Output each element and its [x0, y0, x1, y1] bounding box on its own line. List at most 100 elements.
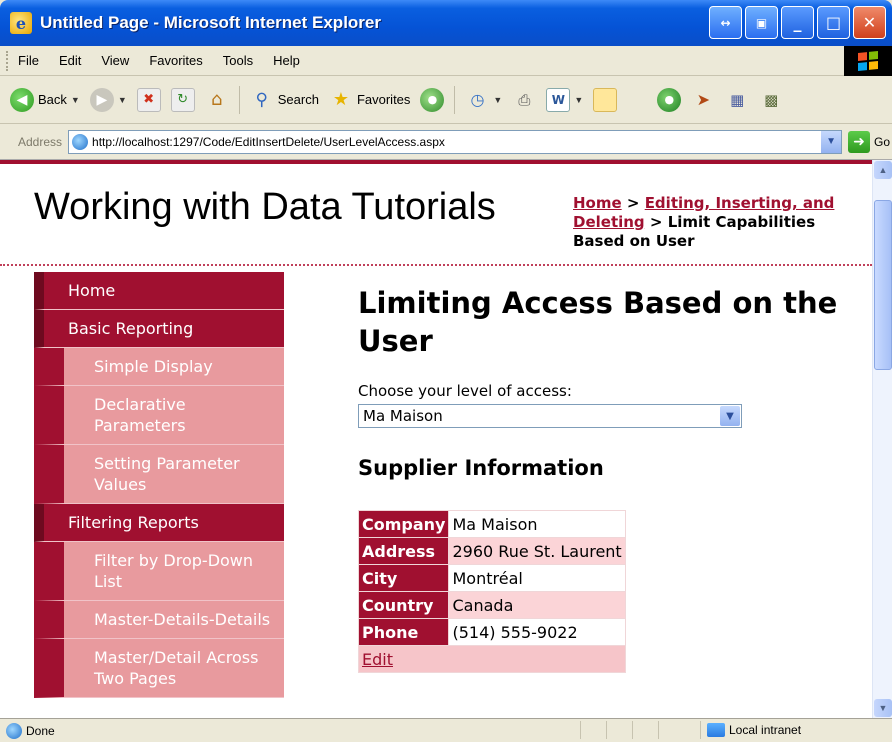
tool-b-icon: ▩ — [764, 90, 779, 109]
menu-help[interactable]: Help — [273, 53, 300, 68]
back-button[interactable]: ◀ Back ▼ — [10, 87, 80, 112]
forward-dropdown-icon[interactable]: ▼ — [118, 95, 127, 105]
status-panels — [580, 721, 684, 739]
field-value: Montréal — [448, 564, 626, 592]
sidebar-item-setting-parameter-values[interactable]: Setting Parameter Values — [34, 445, 284, 504]
maximize-button[interactable]: □ — [817, 6, 850, 39]
stop-icon: ✖ — [136, 87, 161, 112]
scroll-thumb[interactable] — [874, 200, 892, 370]
back-label: Back — [38, 92, 67, 107]
vertical-scrollbar[interactable]: ▲ ▼ — [872, 160, 892, 718]
research-button[interactable]: ➤ — [691, 88, 715, 112]
breadcrumb-separator: > — [644, 213, 668, 231]
status-text: Done — [26, 723, 55, 738]
favorites-label: Favorites — [356, 92, 411, 107]
tool-button-b[interactable]: ▩ — [759, 88, 783, 112]
tool-button-a[interactable]: ▦ — [725, 88, 749, 112]
stop-button[interactable]: ✖ — [136, 87, 161, 112]
minimize-button[interactable]: _ — [781, 6, 814, 39]
messenger-button[interactable]: ● — [657, 87, 682, 112]
window-extra-button-1[interactable]: ↔ — [709, 6, 742, 39]
history-button[interactable]: ◷ ▼ — [465, 88, 502, 112]
menu-file[interactable]: File — [18, 53, 39, 68]
sidebar-item-declarative-parameters[interactable]: Declarative Parameters — [34, 386, 284, 445]
zone-label: Local intranet — [729, 723, 802, 737]
status-panel — [658, 721, 684, 739]
access-level-label: Choose your level of access: — [358, 382, 572, 400]
scroll-down-icon[interactable]: ▼ — [874, 699, 892, 717]
go-arrow-icon: ➜ — [848, 130, 871, 153]
sidebar-item-basic-reporting[interactable]: Basic Reporting — [34, 310, 284, 348]
field-value: Canada — [448, 591, 626, 619]
window-extra-button-2[interactable]: ▣ — [745, 6, 778, 39]
windows-logo-icon — [844, 46, 892, 76]
menu-grip[interactable] — [6, 50, 10, 71]
home-icon: ⌂ — [211, 89, 223, 110]
word-edit-icon: W — [546, 87, 571, 112]
sidebar-item-filter-by-dropdown[interactable]: Filter by Drop-Down List — [34, 542, 284, 601]
edit-link[interactable]: Edit — [358, 645, 626, 673]
field-label: Company — [357, 510, 450, 538]
back-dropdown-icon[interactable]: ▼ — [71, 95, 80, 105]
breadcrumb-separator: > — [621, 194, 645, 212]
messenger-icon: ● — [657, 87, 682, 112]
history-dropdown-icon[interactable]: ▼ — [493, 95, 502, 105]
discuss-icon — [593, 87, 618, 112]
forward-button[interactable]: ▶ ▼ — [89, 87, 127, 112]
menu-bar: File Edit View Favorites Tools Help — [0, 46, 892, 76]
field-value: Ma Maison — [448, 510, 626, 538]
sidebar-item-filtering-reports[interactable]: Filtering Reports — [34, 504, 284, 542]
access-level-value: Ma Maison — [363, 407, 443, 425]
print-button[interactable]: ⎙ — [512, 88, 536, 112]
go-label: Go — [874, 134, 891, 149]
field-label: Address — [357, 537, 450, 565]
toolbar-separator — [238, 85, 240, 114]
home-button[interactable]: ⌂ — [205, 88, 229, 112]
sidebar-item-master-detail-two-pages[interactable]: Master/Detail Across Two Pages — [34, 639, 284, 698]
breadcrumb-home-link[interactable]: Home — [573, 194, 622, 212]
close-button[interactable]: ✕ — [853, 6, 886, 39]
edit-dropdown-icon[interactable]: ▼ — [574, 95, 583, 105]
toolbar-separator — [454, 85, 456, 114]
discuss-button[interactable] — [593, 87, 618, 112]
back-arrow-icon: ◀ — [10, 87, 34, 112]
access-level-select[interactable]: Ma Maison ▼ — [358, 404, 742, 428]
tool-a-icon: ▦ — [730, 90, 745, 109]
scroll-up-icon[interactable]: ▲ — [874, 161, 892, 179]
address-dropdown-icon[interactable]: ▼ — [821, 130, 842, 153]
main-content: Limiting Access Based on the User Choose… — [357, 284, 838, 673]
page-icon — [72, 133, 89, 150]
sidebar-item-home[interactable]: Home — [34, 272, 284, 310]
table-row: Company Ma Maison — [357, 510, 626, 538]
field-label: City — [357, 564, 450, 592]
forward-arrow-icon: ▶ — [89, 87, 114, 112]
table-row: City Montréal — [357, 564, 626, 592]
sidebar-item-master-details-details[interactable]: Master-Details-Details — [34, 601, 284, 639]
media-button[interactable]: ● — [420, 87, 445, 112]
menu-view[interactable]: View — [101, 53, 129, 68]
address-url[interactable]: http://localhost:1297/Code/EditInsertDel… — [92, 135, 445, 149]
ie-logo-icon: e — [10, 12, 32, 34]
site-title: Working with Data Tutorials — [34, 186, 496, 228]
chevron-down-icon[interactable]: ▼ — [720, 406, 740, 426]
status-panel — [606, 721, 632, 739]
status-panel — [632, 721, 658, 739]
menu-edit[interactable]: Edit — [59, 53, 81, 68]
supplier-section-heading: Supplier Information — [358, 456, 604, 480]
menu-tools[interactable]: Tools — [223, 53, 253, 68]
table-row: Country Canada — [357, 591, 626, 619]
table-row: Address 2960 Rue St. Laurent — [357, 537, 626, 565]
search-button[interactable]: ⚲ Search — [250, 88, 319, 112]
breadcrumb: Home > Editing, Inserting, and Deleting … — [573, 194, 853, 251]
printer-icon: ⎙ — [518, 90, 531, 109]
address-input[interactable]: http://localhost:1297/Code/EditInsertDel… — [68, 129, 843, 154]
favorites-star-icon: ★ — [332, 89, 350, 110]
go-button[interactable]: ➜ Go — [848, 130, 891, 153]
supplier-details-view: Company Ma Maison Address 2960 Rue St. L… — [357, 510, 626, 673]
favorites-button[interactable]: ★ Favorites — [329, 88, 411, 112]
menu-favorites[interactable]: Favorites — [149, 53, 202, 68]
field-label: Phone — [357, 618, 450, 646]
refresh-button[interactable]: ↻ — [170, 87, 195, 112]
edit-button[interactable]: W ▼ — [546, 87, 583, 112]
sidebar-item-simple-display[interactable]: Simple Display — [34, 348, 284, 386]
